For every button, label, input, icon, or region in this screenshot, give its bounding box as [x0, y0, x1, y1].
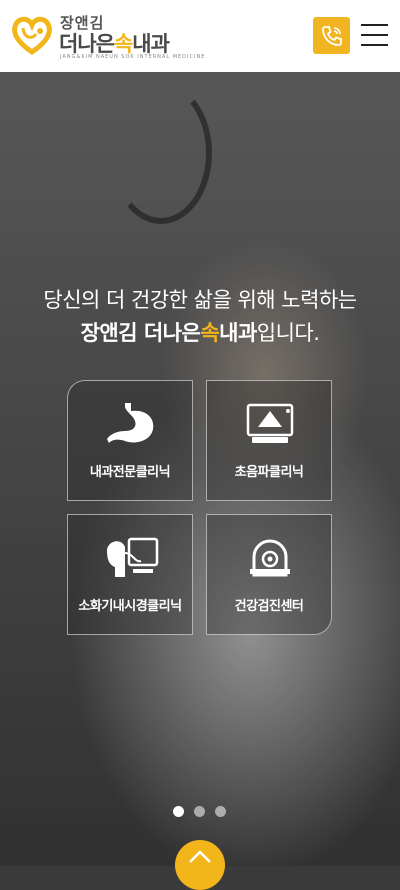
- hero-headline: 당신의 더 건강한 삶을 위해 노력하는 장앤김 더나은속내과입니다.: [0, 284, 400, 350]
- phone-button[interactable]: [313, 17, 350, 54]
- hero-clinic-name-end: 내과: [219, 321, 257, 345]
- hero-section: 당신의 더 건강한 삶을 위해 노력하는 장앤김 더나은속내과입니다. 내과전문…: [0, 72, 400, 866]
- card-label: 초음파클리닉: [234, 465, 304, 480]
- card-label: 내과전문클리닉: [89, 465, 171, 480]
- card-internal-medicine-clinic[interactable]: 내과전문클리닉: [67, 380, 193, 501]
- hamburger-menu-button[interactable]: [361, 24, 389, 46]
- chevron-up-icon: [189, 850, 211, 863]
- clinic-menu-grid: 내과전문클리닉 초음파클리닉 소화기내시경클리닉 건강검진센터: [67, 380, 333, 636]
- stomach-icon: [107, 403, 154, 443]
- endoscopy-icon: [107, 537, 159, 577]
- card-health-checkup-center[interactable]: 건강검진센터: [206, 514, 332, 635]
- logo-text-accent: 속: [113, 32, 133, 56]
- hero-clinic-accent: 속: [200, 321, 220, 345]
- menu-bar: [361, 24, 388, 26]
- menu-bar: [361, 34, 388, 36]
- slider-dot-1[interactable]: [173, 806, 184, 817]
- menu-bar: [361, 44, 388, 46]
- logo-text-suffix: 내과: [132, 32, 170, 56]
- slider-dot-3[interactable]: [215, 806, 226, 817]
- card-ultrasound-clinic[interactable]: 초음파클리닉: [206, 380, 332, 501]
- hero-line-1: 당신의 더 건강한 삶을 위해 노력하는: [43, 288, 357, 312]
- ct-scanner-icon: [250, 539, 290, 577]
- hero-clinic-name: 장앤김 더나은: [80, 321, 201, 345]
- logo-tagline: JANG&KIM NAEUN SOK INTERNAL MEDICINE: [60, 54, 206, 60]
- card-label: 건강검진센터: [234, 599, 304, 614]
- hero-line-2: 장앤김 더나은속내과입니다.: [0, 317, 400, 350]
- hero-line-2-suffix: 입니다.: [256, 321, 320, 345]
- ultrasound-icon: [246, 403, 294, 443]
- card-label: 소화기내시경클리닉: [78, 599, 182, 614]
- site-header: 장앤김 더나은속내과 JANG&KIM NAEUN SOK INTERNAL M…: [0, 0, 400, 72]
- card-endoscopy-clinic[interactable]: 소화기내시경클리닉: [67, 514, 193, 635]
- phone-icon: [321, 25, 342, 46]
- logo-text-prefix: 더나은: [59, 32, 115, 56]
- slider-dot-2[interactable]: [194, 806, 205, 817]
- scroll-top-button[interactable]: [175, 840, 225, 890]
- heart-stethoscope-logo-icon: [12, 16, 52, 56]
